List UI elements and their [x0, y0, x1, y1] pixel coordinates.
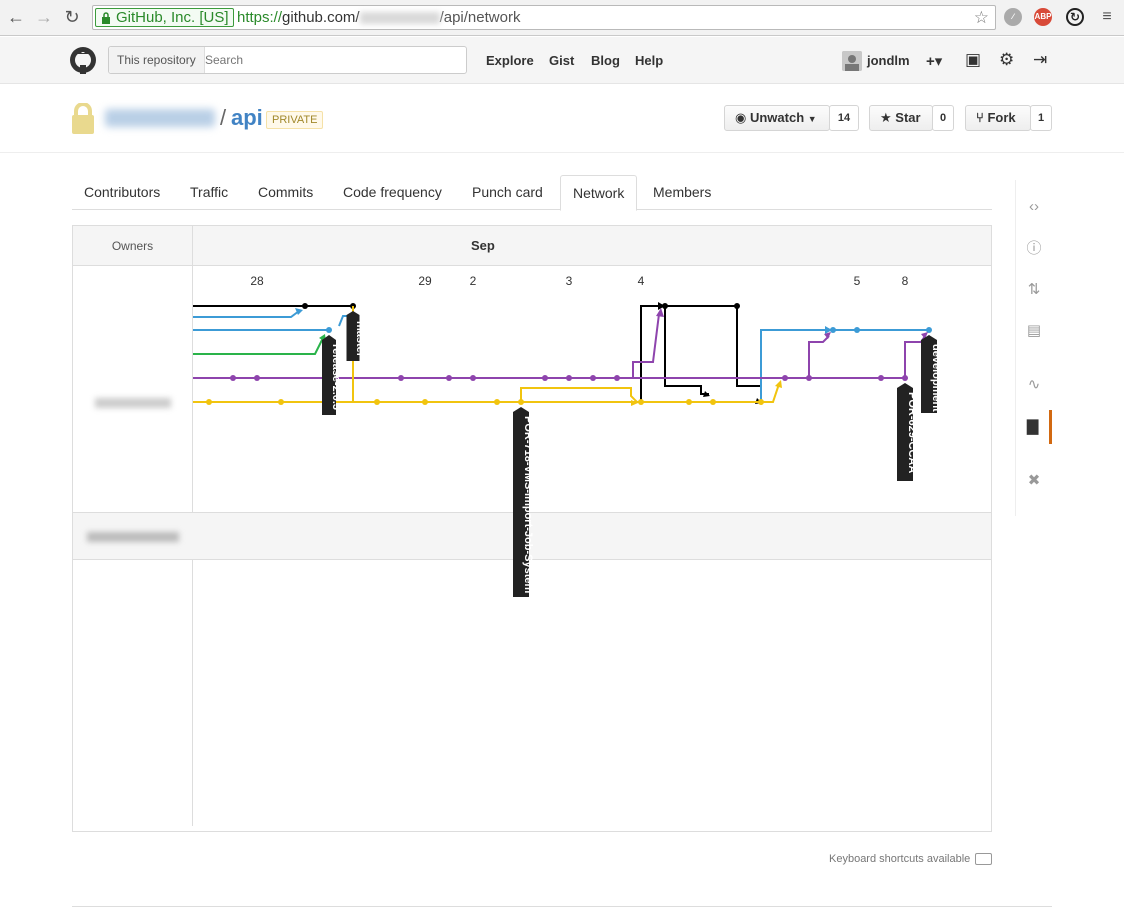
lock-icon: [102, 12, 110, 24]
private-badge: PRIVATE: [266, 111, 324, 129]
day-label-29: 29: [418, 274, 432, 288]
wiki-icon[interactable]: ▤: [1016, 314, 1052, 348]
avatar-image: [842, 51, 862, 71]
eye-icon: ◉: [735, 110, 747, 125]
tab-contributors[interactable]: Contributors: [72, 175, 172, 210]
code-icon[interactable]: ‹›: [1016, 190, 1052, 224]
star-count[interactable]: 0: [932, 105, 954, 131]
day-label-8: 8: [902, 274, 909, 288]
avatar[interactable]: [842, 51, 862, 71]
repo-path-separator: /: [220, 105, 227, 130]
branch-label-por-718-text: POR-718-VMS-Import-Job-System: [522, 416, 534, 593]
fork-icon: ⑂: [976, 110, 984, 125]
keyboard-icon[interactable]: [975, 853, 992, 865]
search-box: This repository: [108, 46, 467, 74]
tab-commits[interactable]: Commits: [246, 175, 325, 210]
fork-label: Fork: [987, 110, 1016, 125]
url-text: https://github.com/ /api/network: [237, 9, 520, 26]
branch-label-development-text: development: [930, 344, 942, 412]
forward-icon[interactable]: →: [34, 7, 54, 27]
extension-icon[interactable]: ∕: [1004, 8, 1022, 26]
tab-traffic[interactable]: Traffic: [178, 175, 240, 210]
url-path: /api/network: [439, 9, 521, 26]
issues-icon[interactable]: ⓘ: [1016, 232, 1052, 266]
pulse-icon[interactable]: ∿: [1016, 368, 1052, 402]
star-icon: ★: [880, 110, 892, 125]
keyboard-shortcuts-note[interactable]: Keyboard shortcuts available: [829, 853, 970, 865]
watch-count[interactable]: 14: [829, 105, 859, 131]
repo-sidebar: ‹› ⓘ ⇅ ▤ ∿ ▇ ✖: [1015, 180, 1052, 516]
tab-punch-card[interactable]: Punch card: [460, 175, 555, 210]
unwatch-label: Unwatch: [749, 110, 805, 125]
nav-blog[interactable]: Blog: [591, 53, 620, 68]
search-input[interactable]: [205, 49, 455, 71]
branch-label-por-629-text: POR-629-CCAA: [906, 392, 918, 473]
day-label-5: 5: [854, 274, 861, 288]
browser-toolbar: ← → ↻ GitHub, Inc. [US] https://github.c…: [0, 0, 1124, 36]
nav-help[interactable]: Help: [635, 53, 663, 68]
back-icon[interactable]: ←: [6, 7, 26, 27]
username[interactable]: jondlm: [867, 53, 910, 68]
github-octocat-icon[interactable]: [69, 46, 97, 74]
branch-label-por-718[interactable]: POR-718-VMS-Import-Job-System: [513, 407, 534, 597]
branch-label-release[interactable]: release-2.0.3: [322, 335, 342, 415]
settings-tools-icon[interactable]: ✖: [1016, 464, 1052, 498]
adblock-icon[interactable]: ABP: [1034, 8, 1052, 26]
day-labels: 28 29 2 3 4 5 8: [250, 274, 908, 288]
repo-header: / api PRIVATE ◉ Unwatch ▼ 14 ★ Star 0 ⑂ …: [0, 85, 1124, 153]
bookmark-star-icon[interactable]: ☆: [974, 8, 989, 28]
star-button[interactable]: ★ Star: [869, 105, 933, 131]
graphs-icon[interactable]: ▇: [1016, 410, 1052, 444]
ev-label: GitHub, Inc. [US]: [116, 9, 229, 26]
star-label: Star: [895, 110, 921, 125]
settings-gear-icon[interactable]: ⚙: [999, 50, 1014, 70]
day-label-3: 3: [566, 274, 573, 288]
graphs-tabs: Contributors Traffic Commits Code freque…: [72, 175, 992, 211]
sync-extension-icon[interactable]: ↻: [1066, 8, 1084, 26]
sign-out-icon[interactable]: ⇥: [1033, 50, 1047, 70]
tab-members[interactable]: Members: [641, 175, 723, 210]
branch-label-por-629[interactable]: POR-629-CCAA: [897, 383, 918, 481]
branch-purple-lines: [193, 313, 926, 379]
day-label-2: 2: [470, 274, 477, 288]
branch-label-master[interactable]: master: [346, 311, 367, 361]
repo-name[interactable]: api: [231, 105, 263, 131]
search-scope[interactable]: This repository: [109, 47, 205, 73]
address-bar[interactable]: GitHub, Inc. [US] https://github.com/ /ap…: [92, 5, 996, 30]
notifications-inbox-icon[interactable]: ▣: [965, 50, 981, 70]
url-owner-redacted: [359, 12, 440, 25]
nav-explore[interactable]: Explore: [486, 53, 534, 68]
fork-count[interactable]: 1: [1030, 105, 1052, 131]
tab-code-frequency[interactable]: Code frequency: [331, 175, 454, 210]
day-label-4: 4: [638, 274, 645, 288]
site-header: This repository Explore Gist Blog Help j…: [0, 37, 1124, 84]
branch-green-line: [193, 337, 324, 355]
unwatch-button[interactable]: ◉ Unwatch ▼: [724, 105, 830, 131]
reload-icon[interactable]: ↻: [62, 7, 82, 27]
url-host: github.com/: [282, 9, 360, 26]
nav-gist[interactable]: Gist: [549, 53, 574, 68]
chevron-down-icon: ▼: [807, 114, 817, 124]
branch-label-master-text: master: [354, 321, 366, 358]
create-new-dropdown[interactable]: +▾: [926, 52, 942, 70]
ev-certificate-badge[interactable]: GitHub, Inc. [US]: [95, 8, 234, 27]
network-graph[interactable]: Owners Sep 28 29 2 3 4 5 8 master releas…: [72, 225, 992, 832]
browser-menu-icon[interactable]: ≡: [1098, 8, 1116, 26]
branch-label-development[interactable]: development: [921, 335, 942, 413]
fork-button[interactable]: ⑂ Fork: [965, 105, 1031, 131]
pull-requests-icon[interactable]: ⇅: [1016, 273, 1052, 307]
url-scheme: https://: [237, 9, 283, 26]
repo-owner-redacted[interactable]: [105, 109, 215, 127]
branch-label-release-text: release-2.0.3: [330, 344, 342, 410]
tab-network[interactable]: Network: [560, 175, 638, 211]
footer-divider: [72, 906, 1052, 907]
private-repo-lock-icon: [72, 103, 94, 134]
network-svg: 28 29 2 3 4 5 8 master release-2.0.3 POR…: [193, 274, 942, 597]
day-label-28: 28: [250, 274, 264, 288]
